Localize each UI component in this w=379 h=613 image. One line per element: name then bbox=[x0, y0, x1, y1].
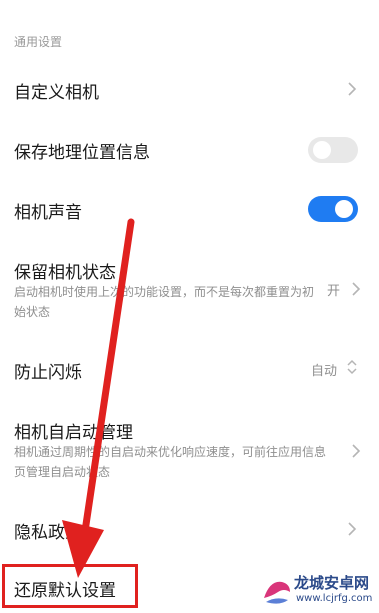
row-title-anti-flicker: 防止闪烁 bbox=[14, 363, 82, 383]
chevron-right-icon bbox=[349, 282, 363, 296]
chevron-right-icon bbox=[345, 522, 359, 536]
camera-settings-screen: 通用设置 自定义相机 保存地理位置信息 相机声音 保留相机状态 启动相机时使用上… bbox=[0, 0, 379, 613]
chevron-up-down-icon bbox=[345, 359, 359, 375]
chevron-right-icon bbox=[349, 444, 363, 458]
watermark-url: www.lcjrfg.com bbox=[296, 593, 373, 604]
row-title-save-location: 保存地理位置信息 bbox=[14, 143, 150, 163]
row-title-camera-sound: 相机声音 bbox=[14, 203, 82, 223]
row-title-custom-camera: 自定义相机 bbox=[14, 83, 99, 103]
row-title-privacy: 隐私政策 bbox=[14, 523, 82, 543]
site-watermark: 龙城安卓网 www.lcjrfg.com bbox=[260, 572, 376, 612]
camera-sound-toggle[interactable] bbox=[308, 196, 358, 222]
row-custom-camera[interactable]: 自定义相机 bbox=[0, 68, 379, 110]
annotation-highlight-box bbox=[2, 564, 138, 608]
row-privacy[interactable]: 隐私政策 bbox=[0, 508, 379, 550]
keep-state-value: 开 bbox=[327, 284, 341, 299]
row-anti-flicker[interactable]: 防止闪烁 自动 bbox=[0, 348, 379, 390]
row-auto-start[interactable]: 相机自启动管理 相机通过周期性的自启动来优化响应速度，可前往应用信息页管理自启动… bbox=[0, 410, 379, 492]
section-label-general: 通用设置 bbox=[14, 35, 63, 49]
row-desc-keep-state: 启动相机时使用上次的功能设置，而不是每次都重置为初始状态 bbox=[14, 285, 315, 319]
watermark-logo-icon bbox=[264, 581, 290, 604]
watermark-title: 龙城安卓网 bbox=[294, 574, 370, 592]
row-title-auto-start: 相机自启动管理 bbox=[14, 423, 133, 443]
save-location-toggle[interactable] bbox=[308, 137, 358, 163]
row-title-keep-state: 保留相机状态 bbox=[14, 263, 116, 283]
toggle-knob bbox=[335, 200, 353, 218]
row-desc-auto-start: 相机通过周期性的自启动来优化响应速度，可前往应用信息页管理自启动状态 bbox=[14, 445, 327, 479]
chevron-right-icon bbox=[345, 82, 359, 96]
toggle-knob bbox=[313, 141, 331, 159]
anti-flicker-value: 自动 bbox=[311, 364, 338, 379]
row-save-location: 保存地理位置信息 bbox=[0, 128, 379, 170]
row-keep-state[interactable]: 保留相机状态 启动相机时使用上次的功能设置，而不是每次都重置为初始状态 开 bbox=[0, 250, 379, 332]
row-camera-sound: 相机声音 bbox=[0, 188, 379, 230]
